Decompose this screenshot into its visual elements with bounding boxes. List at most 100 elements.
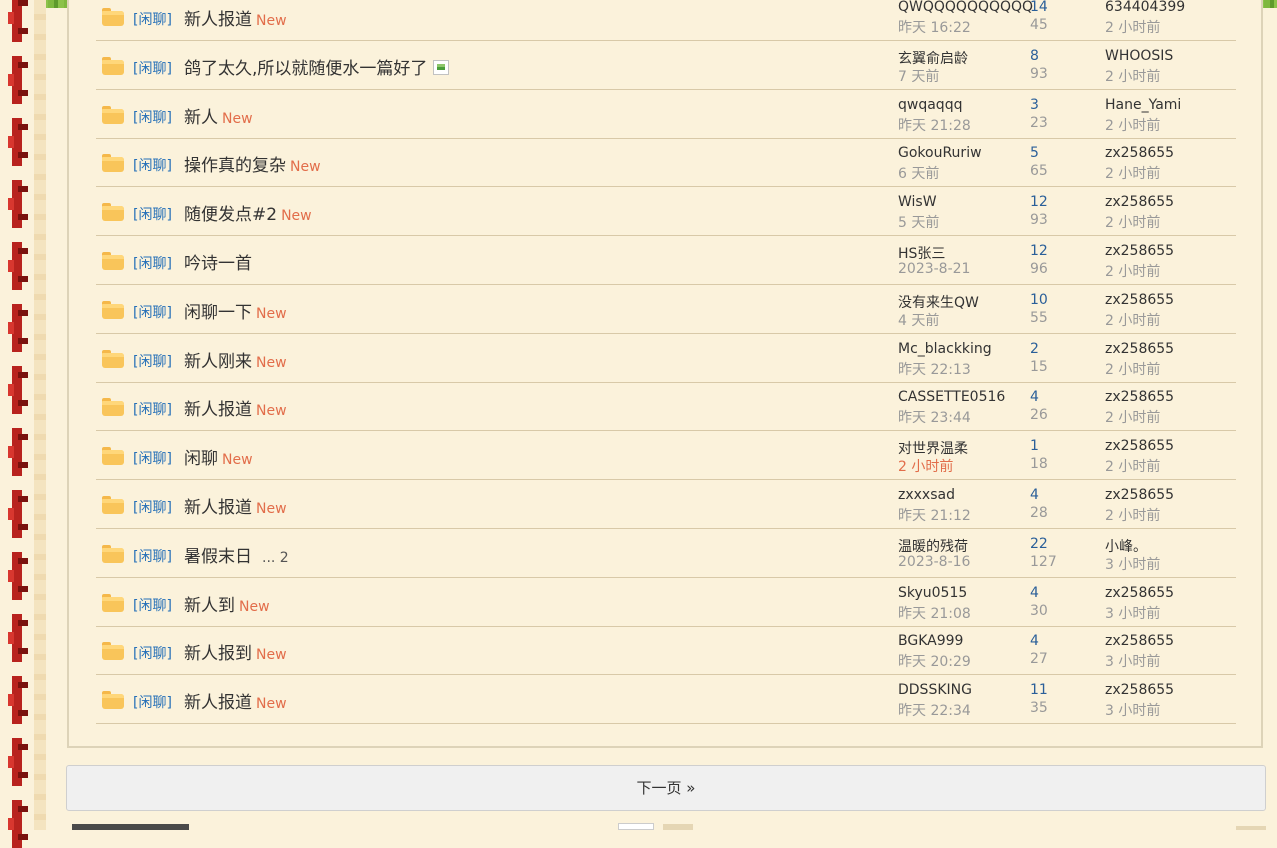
folder-icon[interactable] (102, 642, 124, 661)
folder-icon[interactable] (102, 447, 124, 466)
thread-title-link[interactable]: 闲聊一下 (184, 303, 252, 323)
thread-type-link[interactable]: [闲聊] (133, 302, 172, 322)
new-badge[interactable]: New (256, 647, 287, 663)
thread-author[interactable]: Mc_blackking (898, 341, 992, 357)
thread-title-link[interactable]: 闲聊 (184, 449, 218, 469)
thread-title-link[interactable]: 新人到 (184, 596, 235, 616)
footer-button[interactable] (663, 824, 693, 830)
folder-icon[interactable] (102, 105, 124, 124)
folder-icon[interactable] (102, 593, 124, 612)
thread-type-link[interactable]: [闲聊] (133, 58, 172, 78)
last-reply-time[interactable]: 2 小时前 (1105, 261, 1160, 281)
thread-author[interactable]: CASSETTE0516 (898, 389, 1005, 405)
thread-title-link[interactable]: 新人报道 (184, 498, 252, 518)
last-reply-time[interactable]: 2 小时前 (1105, 17, 1160, 37)
reply-count[interactable]: 22 (1030, 536, 1048, 552)
thread-title-link[interactable]: 吟诗一首 (184, 254, 252, 274)
folder-icon[interactable] (102, 691, 124, 710)
reply-count[interactable]: 4 (1030, 389, 1039, 405)
new-badge[interactable]: New (239, 599, 270, 615)
reply-count[interactable]: 2 (1030, 341, 1039, 357)
last-reply-user[interactable]: zx258655 (1105, 243, 1174, 259)
thread-type-link[interactable]: [闲聊] (133, 497, 172, 517)
thread-author[interactable]: 玄翼俞启龄 (898, 48, 968, 68)
thread-author[interactable]: zxxxsad (898, 487, 955, 503)
thread-author[interactable]: 没有来生QW (898, 292, 979, 312)
reply-count[interactable]: 3 (1030, 97, 1039, 113)
thread-type-link[interactable]: [闲聊] (133, 448, 172, 468)
last-reply-user[interactable]: zx258655 (1105, 682, 1174, 698)
reply-count[interactable]: 14 (1030, 0, 1048, 15)
last-reply-time[interactable]: 2 小时前 (1105, 505, 1160, 525)
new-badge[interactable]: New (256, 306, 287, 322)
reply-count[interactable]: 10 (1030, 292, 1048, 308)
thread-author[interactable]: HS张三 (898, 243, 945, 263)
reply-count[interactable]: 12 (1030, 194, 1048, 210)
folder-icon[interactable] (102, 203, 124, 222)
thread-type-link[interactable]: [闲聊] (133, 253, 172, 273)
thread-author[interactable]: 对世界温柔 (898, 438, 968, 458)
thread-type-link[interactable]: [闲聊] (133, 692, 172, 712)
reply-count[interactable]: 1 (1030, 438, 1039, 454)
last-reply-time[interactable]: 3 小时前 (1105, 603, 1160, 623)
folder-icon[interactable] (102, 544, 124, 563)
thread-title-link[interactable]: 操作真的复杂 (184, 156, 286, 176)
thread-title-link[interactable]: 鸽了太久,所以就随便水一篇好了 (184, 59, 427, 79)
new-badge[interactable]: New (290, 159, 321, 175)
last-reply-user[interactable]: WHOOSIS (1105, 48, 1173, 64)
footer-corner-button[interactable] (1236, 826, 1266, 830)
last-reply-time[interactable]: 2 小时前 (1105, 456, 1160, 476)
last-reply-time[interactable]: 3 小时前 (1105, 554, 1160, 574)
last-reply-user[interactable]: zx258655 (1105, 145, 1174, 161)
last-reply-time[interactable]: 2 小时前 (1105, 407, 1160, 427)
thread-author[interactable]: BGKA999 (898, 633, 963, 649)
thread-author[interactable]: qwqaqqq (898, 97, 962, 113)
last-reply-time[interactable]: 2 小时前 (1105, 115, 1160, 135)
new-badge[interactable]: New (256, 355, 287, 371)
folder-icon[interactable] (102, 56, 124, 75)
last-reply-time[interactable]: 2 小时前 (1105, 163, 1160, 183)
last-reply-time[interactable]: 2 小时前 (1105, 310, 1160, 330)
thread-type-link[interactable]: [闲聊] (133, 155, 172, 175)
thread-author[interactable]: Skyu0515 (898, 585, 967, 601)
folder-icon[interactable] (102, 398, 124, 417)
last-reply-user[interactable]: 634404399 (1105, 0, 1185, 15)
new-badge[interactable]: New (281, 208, 312, 224)
new-badge[interactable]: New (256, 501, 287, 517)
last-reply-user[interactable]: 小峰。 (1105, 536, 1147, 556)
reply-count[interactable]: 8 (1030, 48, 1039, 64)
thread-title-link[interactable]: 新人 (184, 108, 218, 128)
thread-author[interactable]: QWQQQQQQQQQQ (898, 0, 1033, 15)
new-badge[interactable]: New (256, 13, 287, 29)
thread-title-link[interactable]: 随便发点#2 (184, 205, 277, 225)
last-reply-time[interactable]: 2 小时前 (1105, 212, 1160, 232)
new-badge[interactable]: New (256, 696, 287, 712)
thread-title-link[interactable]: 新人报道 (184, 400, 252, 420)
thread-author[interactable]: GokouRuriw (898, 145, 982, 161)
reply-count[interactable]: 5 (1030, 145, 1039, 161)
thread-type-link[interactable]: [闲聊] (133, 9, 172, 29)
folder-icon[interactable] (102, 300, 124, 319)
folder-icon[interactable] (102, 154, 124, 173)
folder-icon[interactable] (102, 496, 124, 514)
last-reply-time[interactable]: 3 小时前 (1105, 700, 1160, 720)
last-reply-user[interactable]: zx258655 (1105, 194, 1174, 210)
thread-type-link[interactable]: [闲聊] (133, 107, 172, 127)
reply-count[interactable]: 4 (1030, 633, 1039, 649)
thread-author[interactable]: DDSSKING (898, 682, 972, 698)
new-badge[interactable]: New (222, 452, 253, 468)
thread-type-link[interactable]: [闲聊] (133, 351, 172, 371)
last-reply-time[interactable]: 2 小时前 (1105, 359, 1160, 379)
thread-title-link[interactable]: 暑假末日 (184, 547, 252, 567)
folder-icon[interactable] (102, 8, 124, 26)
thread-author[interactable]: 温暖的残荷 (898, 536, 968, 556)
folder-icon[interactable] (102, 349, 124, 368)
thread-title-link[interactable]: 新人报道 (184, 10, 252, 30)
last-reply-user[interactable]: zx258655 (1105, 341, 1174, 357)
reply-count[interactable]: 4 (1030, 487, 1039, 503)
folder-icon[interactable] (102, 252, 124, 270)
next-page-button[interactable]: 下一页 » (66, 765, 1266, 811)
thread-pages-link[interactable]: ... 2 (262, 550, 289, 566)
reply-count[interactable]: 4 (1030, 585, 1039, 601)
thread-type-link[interactable]: [闲聊] (133, 546, 172, 566)
